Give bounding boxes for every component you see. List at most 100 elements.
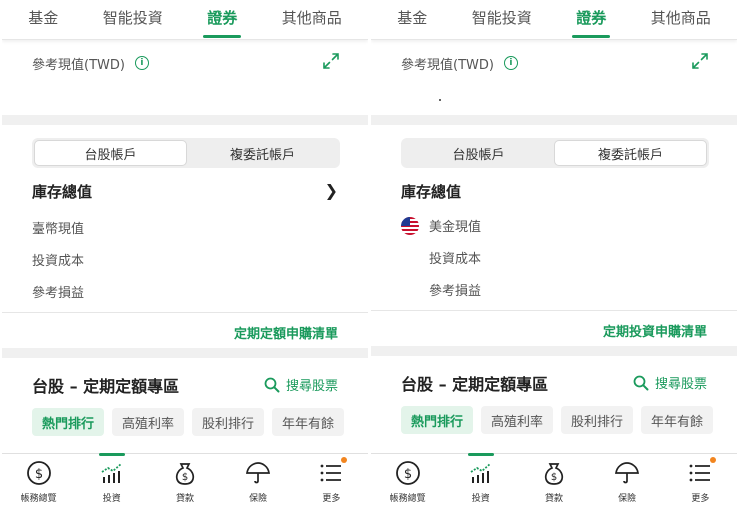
- inventory-row: 參考損益: [429, 280, 481, 299]
- segment-sub-brokerage-account[interactable]: 複委託帳戶: [554, 140, 707, 166]
- us-flag-icon: [401, 216, 419, 235]
- section-gap: [2, 348, 368, 358]
- nav-label: 投資: [102, 494, 121, 504]
- svg-text:$: $: [403, 467, 411, 482]
- nav-insurance[interactable]: 保險: [597, 459, 657, 504]
- nav-label: 保險: [249, 494, 268, 504]
- nav-label: 保險: [618, 494, 637, 504]
- inventory-row-label: 投資成本: [32, 254, 85, 269]
- chip-yearly-surplus[interactable]: 年年有餘: [272, 408, 345, 436]
- purchase-list-link[interactable]: 定期投資申購清單: [603, 321, 707, 340]
- reference-value-row: 參考現值(TWD) i: [32, 52, 340, 74]
- umbrella-icon: [244, 459, 272, 487]
- inventory-row-label: 臺幣現值: [32, 222, 85, 237]
- nav-loan[interactable]: $ 貸款: [155, 459, 215, 504]
- expand-icon[interactable]: [322, 52, 340, 70]
- chart-up-icon: [467, 459, 495, 487]
- inventory-row-label: 參考損益: [32, 286, 85, 301]
- inventory-row-label: 美金現值: [429, 220, 482, 235]
- chevron-right-icon[interactable]: ❯: [325, 181, 338, 200]
- panel-domestic-account: 基金 智能投資 證券 其他商品 參考現值(TWD) i 台股帳戶 複委託帳戶 庫…: [2, 0, 368, 509]
- inventory-row-label: 投資成本: [429, 252, 482, 267]
- money-bag-icon: $: [540, 459, 568, 487]
- reference-value-row: 參考現值(TWD) i: [401, 52, 709, 74]
- account-segment: 台股帳戶 複委託帳戶: [32, 138, 340, 168]
- chip-dividend-ranking[interactable]: 股利排行: [192, 408, 265, 436]
- svg-text:$: $: [182, 472, 188, 483]
- segment-domestic-account[interactable]: 台股帳戶: [34, 140, 187, 166]
- tab-smart-invest[interactable]: 智能投資: [466, 0, 538, 40]
- notification-dot: [341, 457, 348, 463]
- expand-icon[interactable]: [691, 52, 709, 70]
- nav-label: 更多: [691, 494, 710, 504]
- active-nav-indicator: [98, 453, 125, 456]
- loading-dot: [439, 99, 441, 101]
- inventory-row-label: 參考損益: [429, 284, 482, 299]
- panel-sub-brokerage-account: 基金 智能投資 證券 其他商品 參考現值(TWD) i 台股帳戶 複委託帳戶 庫…: [371, 0, 737, 509]
- product-tabs: 基金 智能投資 證券 其他商品: [2, 0, 368, 40]
- segment-domestic-account[interactable]: 台股帳戶: [403, 140, 554, 166]
- chip-hot-ranking[interactable]: 熱門排行: [401, 406, 474, 434]
- chip-high-yield[interactable]: 高殖利率: [112, 408, 185, 436]
- nav-label: 投資: [471, 494, 490, 504]
- search-stock-label: 搜尋股票: [654, 377, 707, 392]
- nav-insurance[interactable]: 保險: [228, 459, 288, 504]
- nav-invest[interactable]: 投資: [82, 453, 142, 504]
- active-nav-indicator: [467, 453, 494, 456]
- zone-title: 台股 – 定期定額專區: [32, 377, 180, 396]
- zone-title: 台股 – 定期定額專區: [401, 375, 549, 394]
- chip-high-yield[interactable]: 高殖利率: [481, 406, 554, 434]
- info-icon[interactable]: i: [503, 56, 518, 70]
- nav-loan[interactable]: $ 貸款: [524, 459, 584, 504]
- product-tabs: 基金 智能投資 證券 其他商品: [371, 0, 737, 40]
- search-stock-button[interactable]: 搜尋股票: [633, 373, 707, 392]
- bottom-nav: $ 帳務總覽 投資 $ 貸款 保險 更多: [371, 453, 737, 509]
- nav-label: 貸款: [175, 494, 194, 504]
- info-icon[interactable]: i: [134, 56, 149, 70]
- inventory-row: 投資成本: [429, 248, 481, 267]
- segment-sub-brokerage-account[interactable]: 複委託帳戶: [187, 140, 338, 166]
- tab-securities[interactable]: 證券: [201, 0, 243, 40]
- svg-text:$: $: [34, 467, 42, 482]
- section-gap: [371, 346, 737, 356]
- notification-dot: [710, 457, 717, 463]
- account-segment: 台股帳戶 複委託帳戶: [401, 138, 709, 168]
- bottom-nav: $ 帳務總覽 投資 $ 貸款 保險 更多: [2, 453, 368, 509]
- nav-label: 貸款: [544, 494, 563, 504]
- menu-icon: [686, 459, 714, 487]
- umbrella-icon: [613, 459, 641, 487]
- tab-smart-invest[interactable]: 智能投資: [97, 0, 169, 40]
- ranking-chips: 熱門排行 高殖利率 股利排行 年年有餘: [401, 406, 727, 434]
- nav-account-overview[interactable]: $ 帳務總覽: [9, 459, 69, 504]
- nav-label: 帳務總覽: [389, 494, 426, 504]
- chip-dividend-ranking[interactable]: 股利排行: [561, 406, 634, 434]
- nav-label: 帳務總覽: [20, 494, 57, 504]
- menu-icon: [317, 459, 345, 487]
- purchase-list-link[interactable]: 定期定額申購清單: [234, 323, 338, 342]
- tab-other-products[interactable]: 其他商品: [645, 0, 717, 40]
- inventory-title: 庫存總值: [32, 183, 93, 201]
- section-gap: [2, 115, 368, 125]
- inventory-row: 參考損益: [32, 282, 84, 301]
- nav-account-overview[interactable]: $ 帳務總覽: [378, 459, 438, 504]
- tab-funds[interactable]: 基金: [22, 0, 64, 40]
- dollar-circle-icon: $: [25, 459, 53, 487]
- dollar-circle-icon: $: [394, 459, 422, 487]
- chart-up-icon: [98, 459, 126, 487]
- search-stock-label: 搜尋股票: [285, 379, 338, 394]
- chip-yearly-surplus[interactable]: 年年有餘: [641, 406, 714, 434]
- nav-invest[interactable]: 投資: [451, 453, 511, 504]
- inventory-row: 臺幣現值: [32, 218, 84, 237]
- nav-more[interactable]: 更多: [670, 457, 730, 504]
- tab-funds[interactable]: 基金: [391, 0, 433, 40]
- inventory-row: 美金現值: [401, 216, 481, 235]
- search-stock-button[interactable]: 搜尋股票: [264, 375, 338, 394]
- tab-securities[interactable]: 證券: [570, 0, 612, 40]
- chip-hot-ranking[interactable]: 熱門排行: [32, 408, 105, 436]
- nav-more[interactable]: 更多: [301, 457, 361, 504]
- nav-label: 更多: [322, 494, 341, 504]
- money-bag-icon: $: [171, 459, 199, 487]
- reference-value-label: 參考現值(TWD): [401, 57, 494, 73]
- tab-other-products[interactable]: 其他商品: [276, 0, 348, 40]
- inventory-title: 庫存總值: [401, 183, 462, 201]
